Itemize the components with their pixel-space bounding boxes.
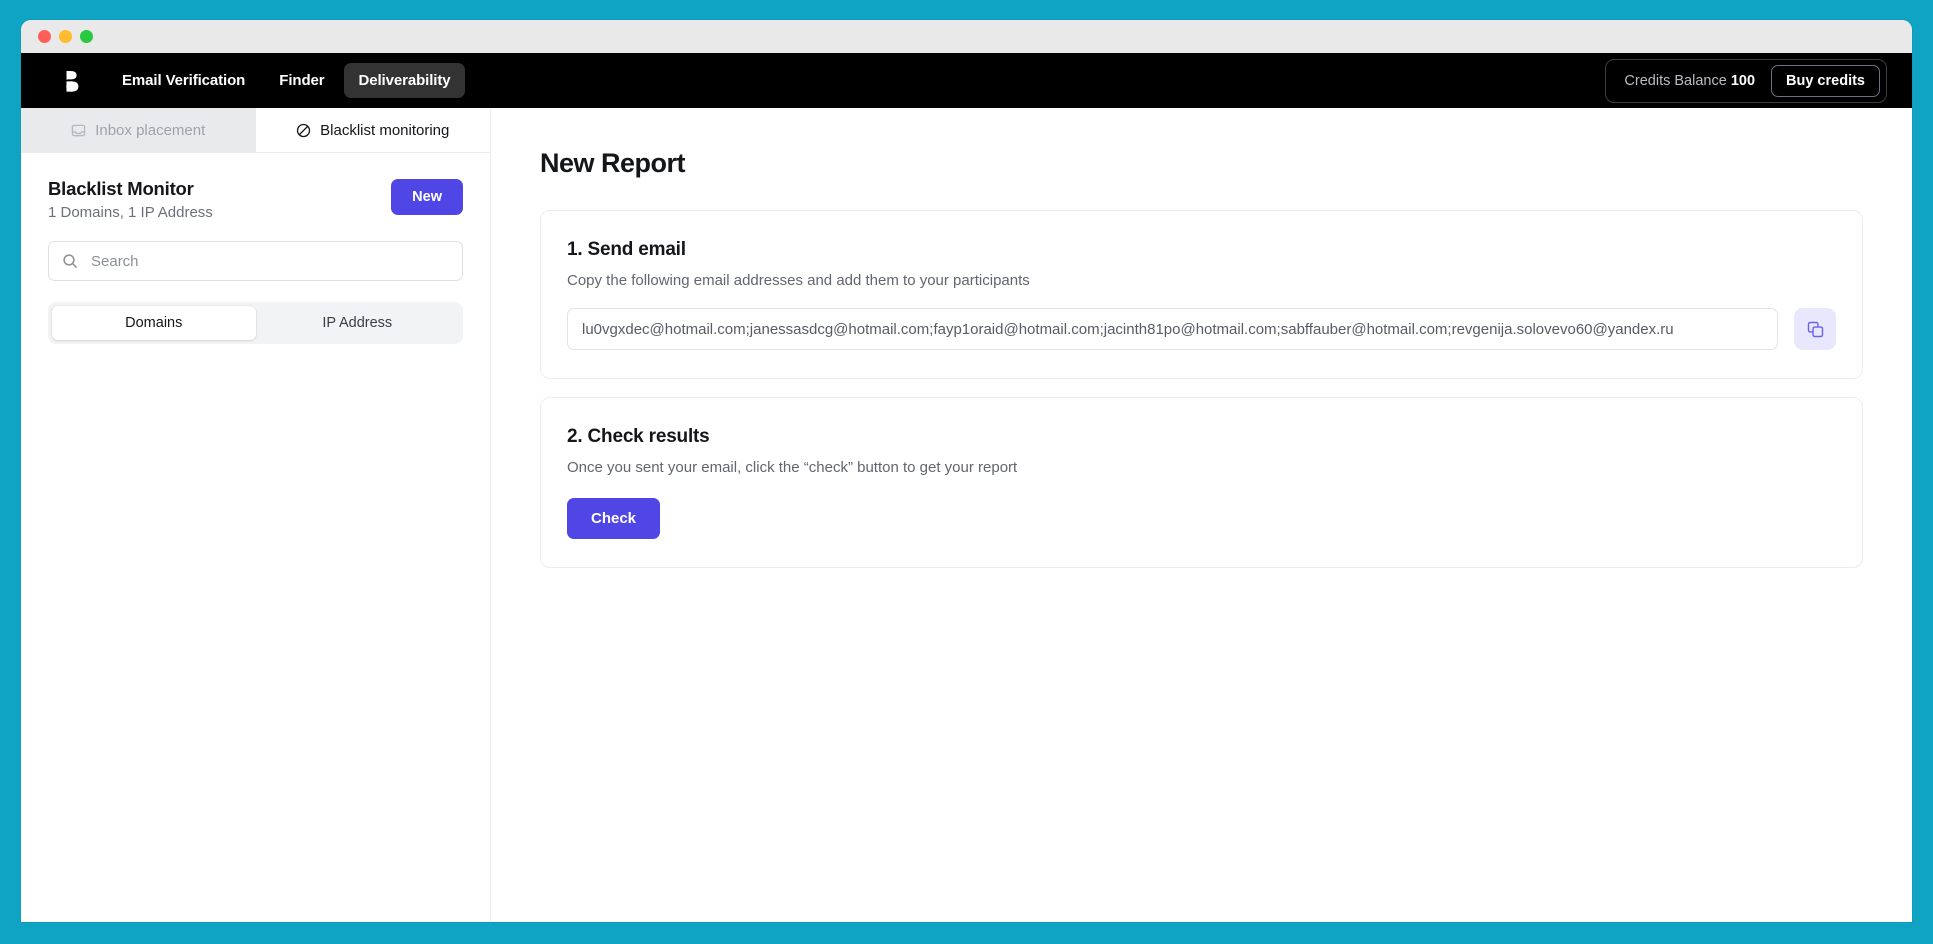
- sidebar-segmented-control: Domains IP Address: [48, 302, 463, 345]
- check-results-card-title: 2. Check results: [567, 426, 710, 447]
- page-title: New Report: [540, 148, 686, 178]
- traffic-lights: [38, 30, 93, 43]
- sidebar: Inbox placement Blacklist monitoring Bla…: [21, 108, 491, 922]
- credits-container: Credits Balance 100 Buy credits: [1605, 58, 1887, 103]
- ban-icon: [296, 123, 311, 137]
- search-input[interactable]: [48, 241, 463, 282]
- window-titlebar: [21, 20, 1912, 53]
- browser-window: Email Verification Finder Deliverability…: [21, 20, 1912, 922]
- email-addresses-input[interactable]: [567, 308, 1778, 350]
- bouncer-logo-icon[interactable]: [57, 66, 87, 96]
- send-email-card: 1. Send email Copy the following email a…: [540, 210, 1863, 379]
- segment-domains[interactable]: Domains: [52, 306, 256, 341]
- inbox-icon: [71, 124, 86, 136]
- close-window-button[interactable]: [38, 30, 51, 43]
- sidebar-title: Blacklist Monitor: [48, 178, 194, 199]
- app-body: Inbox placement Blacklist monitoring Bla…: [21, 108, 1912, 922]
- nav-item-list: Email Verification Finder Deliverability: [107, 63, 466, 98]
- check-button[interactable]: Check: [567, 498, 661, 539]
- sidebar-header: Blacklist Monitor 1 Domains, 1 IP Addres…: [21, 153, 490, 221]
- new-monitor-button[interactable]: New: [391, 179, 463, 215]
- sidebar-tabs: Inbox placement Blacklist monitoring: [21, 108, 490, 153]
- send-email-card-description: Copy the following email addresses and a…: [567, 272, 1030, 289]
- sidebar-tab-inbox-placement-label: Inbox placement: [95, 121, 206, 139]
- buy-credits-button[interactable]: Buy credits: [1771, 64, 1880, 97]
- sidebar-tab-blacklist-monitoring[interactable]: Blacklist monitoring: [255, 108, 490, 152]
- nav-item-deliverability[interactable]: Deliverability: [343, 63, 466, 98]
- nav-item-email-verification[interactable]: Email Verification: [107, 63, 260, 98]
- credits-balance-value: 100: [1730, 72, 1756, 89]
- main-content: New Report 1. Send email Copy the follow…: [491, 108, 1912, 922]
- top-navigation-bar: Email Verification Finder Deliverability…: [21, 53, 1912, 108]
- sidebar-tab-blacklist-monitoring-label: Blacklist monitoring: [320, 121, 450, 139]
- email-addresses-row: [567, 308, 1836, 350]
- segment-ip-address[interactable]: IP Address: [256, 306, 460, 340]
- check-results-card-description: Once you sent your email, click the “che…: [567, 459, 1018, 476]
- sidebar-tab-inbox-placement[interactable]: Inbox placement: [21, 108, 256, 152]
- sidebar-header-text: Blacklist Monitor 1 Domains, 1 IP Addres…: [48, 177, 391, 221]
- nav-item-finder[interactable]: Finder: [264, 63, 339, 98]
- copy-emails-button[interactable]: [1794, 308, 1836, 350]
- credits-balance-text: Credits Balance: [1624, 72, 1727, 89]
- check-results-card: 2. Check results Once you sent your emai…: [540, 397, 1863, 568]
- maximize-window-button[interactable]: [80, 30, 93, 43]
- send-email-card-title: 1. Send email: [567, 239, 686, 260]
- sidebar-list: [21, 344, 490, 922]
- sidebar-search-container: [48, 241, 463, 282]
- credits-balance-label: Credits Balance 100: [1624, 73, 1755, 89]
- desktop-background: Email Verification Finder Deliverability…: [0, 0, 1933, 944]
- sidebar-subtitle: 1 Domains, 1 IP Address: [48, 204, 213, 222]
- minimize-window-button[interactable]: [59, 30, 72, 43]
- copy-icon: [1807, 321, 1823, 337]
